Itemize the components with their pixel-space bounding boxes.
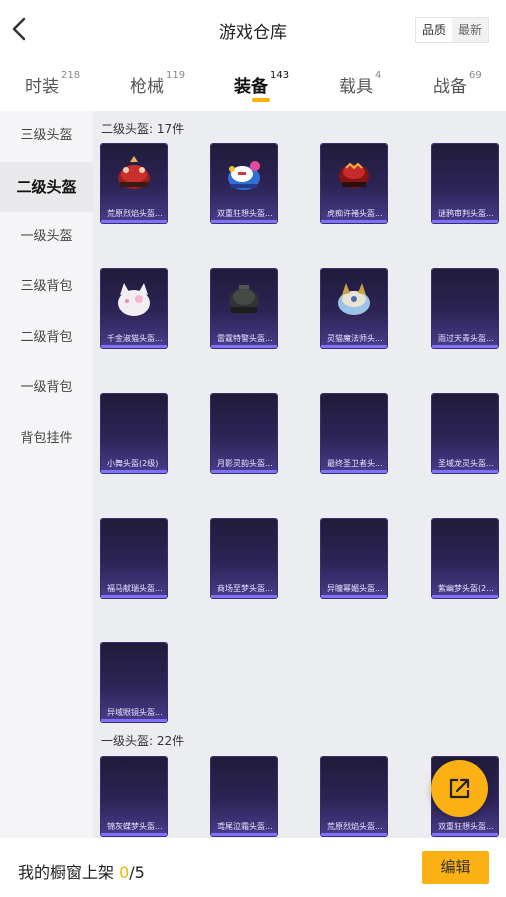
item-name: 小舞头盔(2级) bbox=[107, 459, 159, 468]
item-card[interactable]: 双重狂想头盔... bbox=[211, 144, 277, 223]
item-name: 双重狂想头盔... bbox=[217, 209, 273, 218]
item-card[interactable]: 虎痴许褚头盔... bbox=[321, 144, 387, 223]
sidebar-item-level1-backpack[interactable]: 一级背包 bbox=[0, 363, 93, 413]
item-name: 锦灰蝶梦头盔... bbox=[107, 822, 163, 831]
blue-candy-helmet-icon bbox=[228, 161, 260, 190]
section-label-level2: 二级头盔: 17件 bbox=[101, 122, 185, 136]
item-card[interactable]: 谜鸦审判头盔... bbox=[432, 144, 498, 223]
bottom-bar: 我的橱窗上架 0/5 编辑 bbox=[0, 838, 506, 897]
item-name: 谜鸦审判头盔... bbox=[438, 209, 494, 218]
item-card[interactable]: 圣域龙灵头盔... bbox=[432, 394, 498, 473]
item-card[interactable]: 紫幽梦头盔(2... bbox=[432, 519, 498, 598]
item-name: 荒原烈焰头盔... bbox=[327, 822, 383, 831]
header: 游戏仓库 品质 最新 bbox=[0, 0, 506, 60]
active-tab-indicator bbox=[252, 98, 270, 102]
share-fab[interactable] bbox=[431, 760, 488, 817]
item-name: 雷霆特警头盔... bbox=[217, 334, 273, 343]
item-card[interactable]: 鸢尾泣霜头盔... bbox=[211, 757, 277, 836]
sidebar-item-level1-helmet[interactable]: 一级头盔 bbox=[0, 212, 93, 262]
red-pig-helmet-icon bbox=[118, 156, 150, 189]
sidebar-item-level2-helmet[interactable]: 二级头盔 bbox=[0, 162, 93, 212]
item-card[interactable]: 月影灵韵头盔... bbox=[211, 394, 277, 473]
item-name: 紫幽梦头盔(2... bbox=[438, 584, 494, 593]
item-name: 灵猫魔法师头... bbox=[327, 334, 383, 343]
item-card[interactable]: 小舞头盔(2级) bbox=[101, 394, 167, 473]
tab-fashion[interactable]: 时装218 bbox=[25, 70, 80, 97]
sidebar-item-level2-backpack[interactable]: 二级背包 bbox=[0, 313, 93, 363]
item-card[interactable]: 异域眼镜头盔... bbox=[101, 643, 167, 722]
item-name: 鸢尾泣霜头盔... bbox=[217, 822, 273, 831]
sidebar-item-backpack-charm[interactable]: 背包挂件 bbox=[0, 414, 93, 464]
share-external-icon bbox=[449, 778, 470, 799]
item-name: 虎痴许褚头盔... bbox=[327, 209, 383, 218]
item-name: 千金淑猫头盔... bbox=[107, 334, 163, 343]
white-cat-helmet-icon bbox=[118, 283, 150, 316]
item-card[interactable]: 最终圣卫者头... bbox=[321, 394, 387, 473]
category-tabs: 时装218 枪械119 装备143 载具4 战备69 bbox=[0, 62, 506, 112]
edit-button[interactable]: 编辑 bbox=[422, 851, 489, 884]
item-card[interactable]: 雷霆特警头盔... bbox=[211, 269, 277, 348]
sort-option-newest[interactable]: 最新 bbox=[452, 18, 488, 42]
item-name: 圣域龙灵头盔... bbox=[438, 459, 494, 468]
tab-equipment[interactable]: 装备143 bbox=[234, 70, 289, 97]
item-name: 商场至梦头盔... bbox=[217, 584, 273, 593]
item-card[interactable]: 荒原烈焰头盔... bbox=[101, 144, 167, 223]
sort-toggle[interactable]: 品质 最新 bbox=[415, 17, 489, 43]
tab-weapons[interactable]: 枪械119 bbox=[130, 70, 185, 97]
item-card[interactable]: 福马献瑞头盔... bbox=[101, 519, 167, 598]
showcase-count: 我的橱窗上架 0/5 bbox=[18, 863, 145, 882]
item-card[interactable]: 商场至梦头盔... bbox=[211, 519, 277, 598]
red-tiger-helmet-icon bbox=[339, 162, 369, 188]
item-name: 福马献瑞头盔... bbox=[107, 584, 163, 593]
item-card[interactable]: 锦灰蝶梦头盔... bbox=[101, 757, 167, 836]
section-label-level1: 一级头盔: 22件 bbox=[101, 734, 185, 748]
sidebar-item-level3-backpack[interactable]: 三级背包 bbox=[0, 262, 93, 312]
item-name: 异域眼镜头盔... bbox=[107, 708, 163, 717]
item-card[interactable]: 荒原烈焰头盔... bbox=[321, 757, 387, 836]
item-name: 双重狂想头盔... bbox=[438, 822, 494, 831]
item-card[interactable]: 雨过天青头盔... bbox=[432, 269, 498, 348]
tab-combat-gear[interactable]: 战备69 bbox=[433, 70, 482, 97]
item-grid: 二级头盔: 17件 荒原烈焰头盔... 双重狂想头盔... 虎痴许褚头盔... … bbox=[93, 111, 506, 838]
sort-option-quality[interactable]: 品质 bbox=[416, 18, 452, 42]
subcategory-sidebar: 三级头盔 二级头盔 一级头盔 三级背包 二级背包 一级背包 背包挂件 bbox=[0, 111, 93, 838]
item-card[interactable]: 千金淑猫头盔... bbox=[101, 269, 167, 348]
black-swat-helmet-icon bbox=[229, 285, 259, 314]
item-name: 月影灵韵头盔... bbox=[217, 459, 273, 468]
item-name: 荒原烈焰头盔... bbox=[107, 209, 163, 218]
sidebar-item-level3-helmet[interactable]: 三级头盔 bbox=[0, 111, 93, 161]
item-card[interactable]: 异瞳幂媚头盔... bbox=[321, 519, 387, 598]
item-card[interactable]: 灵猫魔法师头... bbox=[321, 269, 387, 348]
item-name: 雨过天青头盔... bbox=[438, 334, 494, 343]
item-name: 最终圣卫者头... bbox=[327, 459, 383, 468]
blue-cat-wizard-helmet-icon bbox=[338, 283, 370, 315]
tab-vehicles[interactable]: 载具4 bbox=[339, 70, 381, 97]
item-name: 异瞳幂媚头盔... bbox=[327, 584, 383, 593]
